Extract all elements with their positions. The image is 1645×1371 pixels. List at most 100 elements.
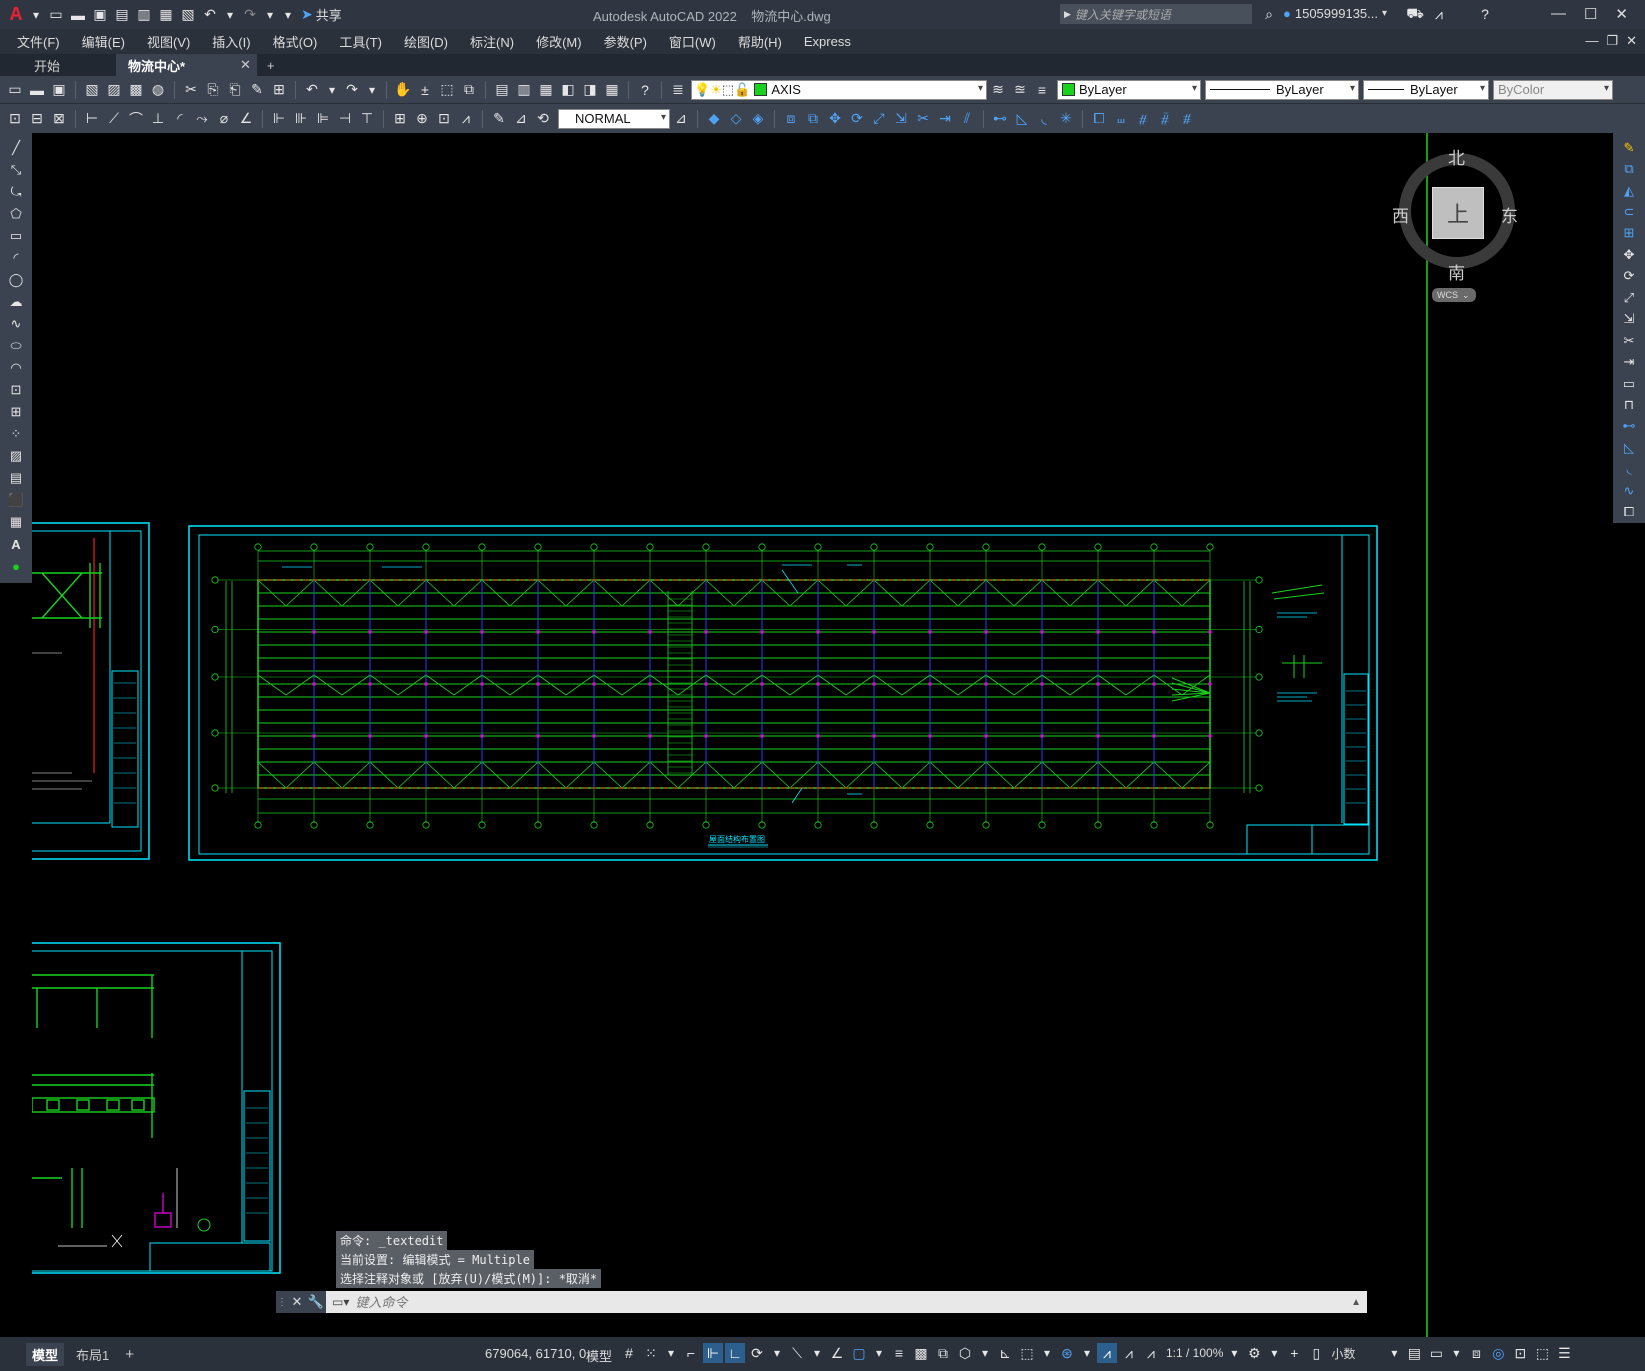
quickcalc-icon[interactable]: ▦ xyxy=(602,80,622,100)
insert-block-side-icon[interactable]: ⊡ xyxy=(5,380,27,400)
maximize-icon[interactable]: ☐ xyxy=(1584,5,1597,23)
units-dropdown-icon[interactable]: ▾ xyxy=(1386,1343,1402,1363)
rotate-icon[interactable]: ⟳ xyxy=(847,109,867,129)
dim-edit-icon[interactable]: ✎ xyxy=(489,109,509,129)
open-icon[interactable]: ▬ xyxy=(68,5,88,25)
new-tab-icon[interactable]: + xyxy=(257,54,285,76)
object-snap-icon[interactable]: ▢ xyxy=(849,1343,869,1363)
jogged-linear-icon[interactable]: ⩘ xyxy=(456,109,476,129)
erase-side-icon[interactable]: ✎ xyxy=(1618,138,1640,157)
menu-parametric[interactable]: 参数(P) xyxy=(593,32,658,51)
stretch-icon[interactable]: ⇲ xyxy=(891,109,911,129)
selection-filter-icon[interactable]: ⬚ xyxy=(1017,1343,1037,1363)
export-icon[interactable]: ▦ xyxy=(156,5,176,25)
minimize-icon[interactable]: — xyxy=(1551,5,1566,23)
line-icon[interactable]: ╱ xyxy=(5,138,27,158)
dim-break-icon[interactable]: ⊤ xyxy=(357,109,377,129)
menu-format[interactable]: 格式(O) xyxy=(262,32,329,51)
gradient-icon[interactable]: ▤ xyxy=(5,468,27,488)
polar-dropdown-icon[interactable]: ▾ xyxy=(769,1343,785,1363)
a360-icon[interactable]: ⩘ xyxy=(1429,4,1449,24)
stretch-side-icon[interactable]: ⇲ xyxy=(1618,310,1640,329)
tool-palettes-icon[interactable]: ▦ xyxy=(536,80,556,100)
join-icon[interactable]: ⊷ xyxy=(990,109,1010,129)
diameter-dim-icon[interactable]: ⌀ xyxy=(214,109,234,129)
quick-dim-icon[interactable]: ⊩ xyxy=(269,109,289,129)
explode-side-icon[interactable]: ⧠ xyxy=(1618,502,1640,521)
units-value[interactable]: 小数 xyxy=(1331,1345,1355,1362)
fillet-icon[interactable]: ◟ xyxy=(1034,109,1054,129)
block-editor-icon[interactable]: ⊞ xyxy=(269,80,289,100)
baseline-dim-icon[interactable]: ⊪ xyxy=(291,109,311,129)
redo-icon[interactable]: ↷ xyxy=(240,5,260,25)
coordinates[interactable]: 679064, 61710, 0 xyxy=(485,1346,586,1361)
grid-icon[interactable]: # xyxy=(619,1343,639,1363)
sheet-set-icon[interactable]: ◧ xyxy=(558,80,578,100)
copy-icon[interactable]: ⎘ xyxy=(203,80,223,100)
tab-close-icon[interactable]: ✕ xyxy=(234,54,257,76)
isodraft-dropdown-icon[interactable]: ▾ xyxy=(809,1343,825,1363)
break-side-icon[interactable]: ⊓ xyxy=(1618,395,1640,414)
add-layout-icon[interactable]: + xyxy=(125,1346,134,1363)
copy-object-icon[interactable]: ◇ xyxy=(726,109,746,129)
infer-constraints-icon[interactable]: ⌐ xyxy=(681,1343,701,1363)
zoom-previous-icon[interactable]: ⧉ xyxy=(459,80,479,100)
compass-north[interactable]: 北 xyxy=(1448,144,1465,169)
text-front-icon[interactable]: ⧤ xyxy=(1155,109,1175,129)
dim-text-edit-icon[interactable]: ⊿ xyxy=(511,109,531,129)
break-point-icon[interactable]: ▭ xyxy=(1618,374,1640,393)
layer-dropdown[interactable]: 💡 ☀ ⬚ 🔓 AXIS ▾ xyxy=(691,79,987,100)
explode-icon[interactable]: ✳ xyxy=(1056,109,1076,129)
command-history-toggle-icon[interactable]: ▲ xyxy=(1351,1297,1361,1308)
doc-close-icon[interactable]: ✕ xyxy=(1626,33,1637,49)
search-icon[interactable]: ⌕ xyxy=(1259,4,1279,24)
point-icon[interactable]: ⁘ xyxy=(5,424,27,444)
compass-east[interactable]: 东 xyxy=(1501,202,1518,227)
dim-space-icon[interactable]: ⊣ xyxy=(335,109,355,129)
linear-dim-icon[interactable]: ⊢ xyxy=(82,109,102,129)
ellipse-arc-icon[interactable]: ◠ xyxy=(5,358,27,378)
polyline-icon[interactable]: ⤿ xyxy=(5,182,27,202)
viewcube-top-face[interactable]: 上 xyxy=(1432,187,1484,239)
wcs-menu[interactable]: WCS ⌄ xyxy=(1432,288,1476,302)
compass-south[interactable]: 南 xyxy=(1448,259,1465,284)
undo-dropdown-icon[interactable]: ▾ xyxy=(222,5,238,25)
break-icon[interactable]: ⫽ xyxy=(957,109,977,129)
insert-block-icon[interactable]: ⊡ xyxy=(5,109,25,129)
autocad-logo-icon[interactable]: A xyxy=(6,4,26,25)
spline-icon[interactable]: ∿ xyxy=(5,314,27,334)
redo-tb-dropdown-icon[interactable]: ▾ xyxy=(364,80,380,100)
layout-tab-model[interactable]: 模型 xyxy=(26,1342,65,1366)
qnew-icon[interactable]: ▭ xyxy=(5,80,25,100)
move-icon[interactable]: ✥ xyxy=(825,109,845,129)
quick-dimension-icon[interactable]: ⊟ xyxy=(27,109,47,129)
offset-icon[interactable]: ⧈ xyxy=(781,109,801,129)
drawing-canvas[interactable]: 屋面结构布置图 上 北 南 东 西 WCS ⌄ xyxy=(32,133,1611,1337)
circle-icon[interactable]: ◯ xyxy=(5,270,27,290)
workspace-icon[interactable]: ⚙ xyxy=(1244,1343,1264,1363)
full-screen-icon[interactable]: ⬚ xyxy=(1532,1343,1552,1363)
dim-update-icon[interactable]: ⟲ xyxy=(533,109,553,129)
menu-window[interactable]: 窗口(W) xyxy=(658,32,727,51)
layout-tab-layout1[interactable]: 布局1 xyxy=(64,1343,121,1366)
share-button[interactable]: ➤ 共享 xyxy=(301,5,342,24)
hatch-icon[interactable]: ▨ xyxy=(5,446,27,466)
menu-file[interactable]: 文件(F) xyxy=(6,32,71,51)
menu-help[interactable]: 帮助(H) xyxy=(727,32,793,51)
fillet-side-icon[interactable]: ◟ xyxy=(1618,460,1640,479)
transparency-icon[interactable]: ▩ xyxy=(911,1343,931,1363)
lock-ui-dropdown-icon[interactable]: ▾ xyxy=(1448,1343,1464,1363)
tolerance-icon[interactable]: ⊞ xyxy=(390,109,410,129)
dimstyle-manager-icon[interactable]: ⊿ xyxy=(671,109,691,129)
make-block-icon[interactable]: ⊞ xyxy=(5,402,27,422)
extend-icon[interactable]: ⇥ xyxy=(935,109,955,129)
command-customize-icon[interactable]: 🔧 xyxy=(306,1291,326,1313)
pan-icon[interactable]: ✋ xyxy=(393,80,413,100)
menu-express[interactable]: Express xyxy=(793,34,862,49)
viewcube[interactable]: 上 北 南 东 西 xyxy=(1387,141,1527,284)
polar-tracking-icon[interactable]: ⟳ xyxy=(747,1343,767,1363)
chamfer-icon[interactable]: ◺ xyxy=(1012,109,1032,129)
3d-print-icon[interactable]: ◍ xyxy=(148,80,168,100)
dynamic-ucs-icon[interactable]: ⊾ xyxy=(995,1343,1015,1363)
menu-edit[interactable]: 编辑(E) xyxy=(71,32,136,51)
